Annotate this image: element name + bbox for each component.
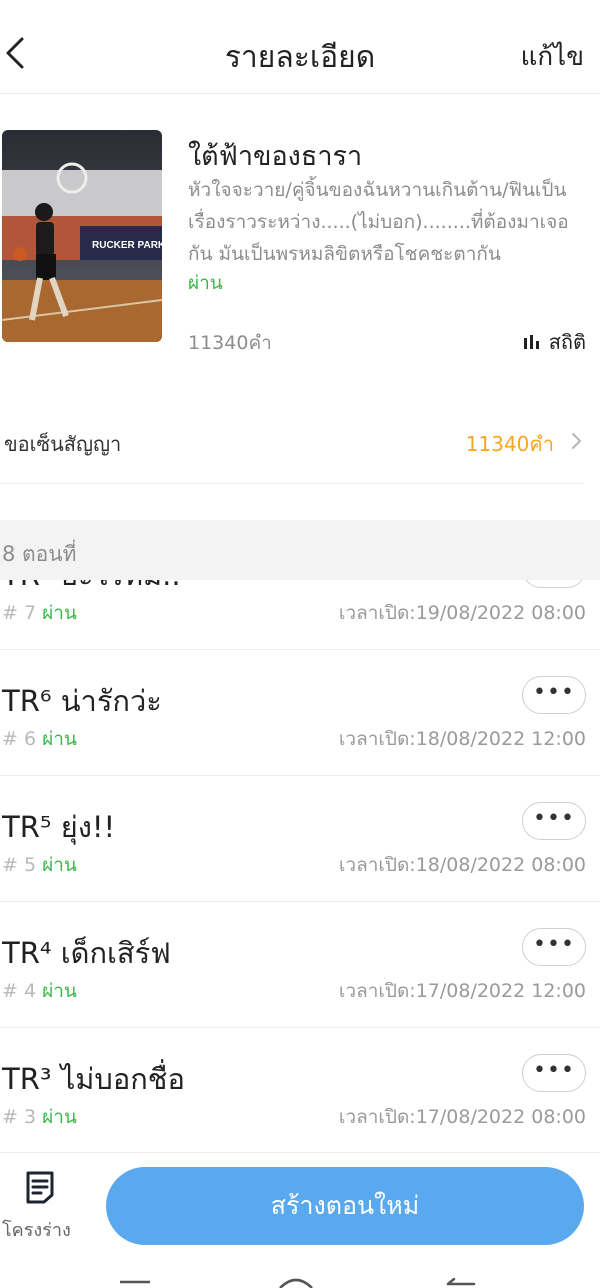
more-icon: ••• — [533, 680, 575, 705]
chapter-title: TR⁷ อะไรทีม.. — [2, 580, 181, 598]
contract-label: ขอเซ็นสัญญา — [4, 432, 122, 456]
book-description: หัวใจจะวาย/คู่จิ้นของฉันหวานเกินต้าน/ฟิน… — [188, 179, 569, 265]
chapter-number: # 7 — [2, 602, 37, 624]
chapter-number: # 3 — [2, 1106, 37, 1128]
chapter-more-button[interactable]: ••• — [522, 676, 586, 714]
top-app-bar: รายละเอียด แก้ไข — [0, 0, 600, 94]
more-icon: ••• — [533, 932, 575, 957]
chapter-list[interactable]: TR⁷ อะไรทีม.. ••• # 7ผ่าน เวลาเปิด:19/08… — [0, 580, 600, 1152]
chapter-row[interactable]: TR⁷ อะไรทีม.. ••• # 7ผ่าน เวลาเปิด:19/08… — [0, 580, 600, 650]
chapter-number: # 4 — [2, 980, 37, 1002]
chapter-meta: # 6 ผ่าน — [2, 724, 77, 754]
chapter-more-button[interactable]: ••• — [522, 580, 586, 588]
chapter-row[interactable]: TR⁶ น่ารักว่ะ ••• # 6 ผ่าน เวลาเปิด:18/08… — [0, 650, 600, 776]
chapter-number: # 6 — [2, 728, 37, 750]
more-icon: ••• — [533, 1058, 575, 1083]
contract-row[interactable]: ขอเซ็นสัญญา 11340คำ — [0, 402, 584, 484]
book-title: ใต้ฟ้าของธารา — [188, 141, 363, 172]
contract-word-count: 11340คำ — [465, 432, 554, 456]
chapter-title: TR³ ไม่บอกชื่อ — [2, 1062, 185, 1096]
book-status-badge: ผ่าน — [188, 272, 223, 294]
chapter-title: TR⁶ น่ารักว่ะ — [2, 684, 162, 718]
more-icon: ••• — [533, 806, 575, 831]
back-nav-icon[interactable] — [444, 1278, 478, 1288]
chapter-publish-time: เวลาเปิด:18/08/2022 08:00 — [338, 854, 586, 876]
chapter-count-label: 8 ตอนที่ — [2, 542, 77, 566]
chapter-publish-time: เวลาเปิด:17/08/2022 08:00 — [338, 1106, 586, 1128]
home-nav-icon[interactable] — [276, 1278, 316, 1288]
page-title: รายละเอียด — [224, 40, 376, 75]
outline-button[interactable]: โครงร่าง — [0, 1167, 84, 1251]
chapter-title: TR⁵ ยุ่ง!! — [2, 810, 116, 844]
chapters-section-header: 8 ตอนที่ — [0, 520, 600, 580]
chapter-publish-time: เวลาเปิด:18/08/2022 12:00 — [338, 728, 586, 750]
chapter-more-button[interactable]: ••• — [522, 802, 586, 840]
edit-button[interactable]: แก้ไข — [521, 36, 584, 77]
chapter-status: ผ่าน — [42, 854, 77, 876]
chapter-row[interactable]: TR³ ไม่บอกชื่อ ••• # 3 ผ่าน เวลาเปิด:17/0… — [0, 1028, 600, 1152]
chapter-meta: # 7 ผ่าน — [2, 598, 77, 628]
chapter-title: TR⁴ เด็กเสิร์ฟ — [2, 936, 171, 970]
chapter-meta: # 3 ผ่าน — [2, 1102, 77, 1132]
chapter-row[interactable]: TR⁴ เด็กเสิร์ฟ ••• # 4 ผ่าน เวลาเปิด:17/0… — [0, 902, 600, 1028]
book-info-card: RUCKER PARK ใต้ฟ้าของธารา หัวใจจะวาย/คู่… — [0, 94, 600, 384]
book-word-count: 11340คำ — [188, 332, 272, 354]
chapter-more-button[interactable]: ••• — [522, 1054, 586, 1092]
chapter-status: ผ่าน — [42, 728, 77, 750]
outline-label: โครงร่าง — [2, 1220, 71, 1241]
document-list-icon — [26, 1171, 54, 1204]
chapter-meta: # 4 ผ่าน — [2, 976, 77, 1006]
bottom-action-bar: โครงร่าง สร้างตอนใหม่ — [0, 1152, 600, 1252]
cover-text: RUCKER PARK — [92, 240, 162, 251]
chapter-more-button[interactable]: ••• — [522, 928, 586, 966]
chapter-status: ผ่าน — [42, 980, 77, 1002]
menu-nav-icon[interactable] — [118, 1278, 152, 1288]
stats-label: สถิติ — [548, 330, 586, 354]
book-cover-image[interactable]: RUCKER PARK — [2, 130, 162, 342]
create-new-chapter-button[interactable]: สร้างตอนใหม่ — [106, 1167, 584, 1245]
system-navigation-bar — [0, 1252, 600, 1288]
chapter-meta: # 5 ผ่าน — [2, 850, 77, 880]
chapter-number: # 5 — [2, 854, 37, 876]
chapter-publish-time: เวลาเปิด:17/08/2022 12:00 — [338, 980, 586, 1002]
chapter-status: ผ่าน — [42, 1106, 77, 1128]
chapter-publish-time: เวลาเปิด:19/08/2022 08:00 — [338, 602, 586, 624]
bar-chart-icon — [523, 335, 539, 349]
chevron-right-icon — [572, 433, 581, 449]
chapter-row[interactable]: TR⁵ ยุ่ง!! ••• # 5 ผ่าน เวลาเปิด:18/08/20… — [0, 776, 600, 902]
chapter-status: ผ่าน — [42, 602, 77, 624]
stats-button[interactable]: สถิติ — [523, 326, 586, 358]
